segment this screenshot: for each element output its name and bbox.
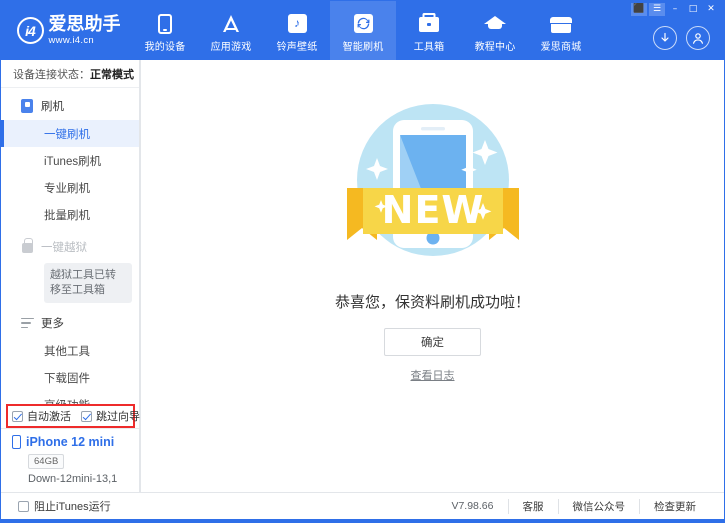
sidebar-bottom: 自动激活 跳过向导 iPhone 12 mini 64GB Down-12min…: [1, 404, 139, 492]
auto-activate-checkbox[interactable]: 自动激活: [12, 408, 71, 424]
sidebar-item-label: 下载固件: [44, 370, 90, 386]
nav-item-my-device[interactable]: 我的设备: [132, 1, 198, 60]
lock-icon: [20, 240, 34, 254]
maximize-icon[interactable]: □: [685, 3, 701, 16]
check-update-link[interactable]: 检查更新: [639, 499, 710, 514]
content-panel: NEW 恭喜您，保资料刷机成功啦！ 确定 查看日志: [140, 60, 724, 492]
brand-name: 爱思助手: [49, 16, 121, 34]
nav-item-smart-flash[interactable]: 智能刷机: [330, 1, 396, 60]
brand-logo[interactable]: i4 爱思助手 www.i4.cn: [1, 1, 132, 60]
nav-label: 我的设备: [145, 38, 186, 53]
sidebar-group-more[interactable]: 更多: [1, 309, 139, 338]
checkbox-box: [81, 411, 92, 422]
menu-icon[interactable]: ☰: [649, 3, 665, 16]
nav-item-ringtones-wallpapers[interactable]: ♪ 铃声壁纸: [264, 1, 330, 60]
confirm-button[interactable]: 确定: [384, 328, 481, 356]
sidebar-item-label: 批量刷机: [44, 207, 90, 223]
download-icon[interactable]: [653, 26, 677, 50]
apps-icon: [220, 13, 242, 35]
nav-label: 应用游戏: [211, 38, 252, 53]
block-itunes-label: 阻止iTunes运行: [34, 498, 111, 514]
nav-item-apps-games[interactable]: 应用游戏: [198, 1, 264, 60]
nav-item-store[interactable]: 爱思商城: [528, 1, 594, 60]
device-name: iPhone 12 mini: [26, 435, 114, 449]
more-icon: [20, 316, 34, 330]
music-icon: ♪: [286, 13, 308, 35]
status-bar: 阻止iTunes运行 V7.98.66 客服 微信公众号 检查更新: [1, 492, 724, 519]
sidebar-item-label: 一键刷机: [44, 126, 90, 142]
device-capacity: 64GB: [28, 454, 64, 469]
device-model: Down-12mini-13,1: [28, 473, 139, 485]
sidebar-item-download-firmware[interactable]: 下载固件: [1, 365, 139, 392]
jailbreak-moved-tip: 越狱工具已转移至工具箱: [44, 263, 132, 303]
sidebar-item-itunes-flash[interactable]: iTunes刷机: [1, 147, 139, 174]
status-bar-right: V7.98.66 客服 微信公众号 检查更新: [437, 499, 724, 514]
device-phone-icon: [12, 435, 21, 449]
sidebar-group-more-label: 更多: [41, 315, 64, 331]
graduation-cap-icon: [484, 13, 506, 35]
connection-status-value: 正常模式: [90, 66, 134, 82]
main-body: 设备连接状态：正常模式 刷机 一键刷机 iTunes刷机 专业刷机 批量刷机: [1, 60, 724, 492]
view-log-link[interactable]: 查看日志: [411, 367, 455, 383]
i4-logo-icon: i4: [17, 17, 44, 44]
sidebar-item-pro-flash[interactable]: 专业刷机: [1, 174, 139, 201]
sidebar-menu: 刷机 一键刷机 iTunes刷机 专业刷机 批量刷机 一键越狱: [1, 88, 139, 404]
brand-url: www.i4.cn: [49, 36, 121, 46]
success-message: 恭喜您，保资料刷机成功啦！: [335, 291, 530, 312]
sidebar-group-flash[interactable]: 刷机: [1, 91, 139, 120]
sidebar-item-one-key-flash[interactable]: 一键刷机: [1, 120, 139, 147]
nav-item-toolbox[interactable]: 工具箱: [396, 1, 462, 60]
sidebar-item-batch-flash[interactable]: 批量刷机: [1, 201, 139, 228]
nav-label: 爱思商城: [541, 38, 582, 53]
minimize-icon[interactable]: –: [667, 3, 683, 16]
skin-icon[interactable]: ⬛: [631, 3, 647, 16]
sidebar-item-advanced[interactable]: 高级功能: [1, 392, 139, 404]
checkbox-label: 跳过向导: [96, 408, 140, 424]
device-name-row: iPhone 12 mini: [12, 435, 139, 449]
account-icon[interactable]: [686, 26, 710, 50]
checkbox-box: [12, 411, 23, 422]
version-label: V7.98.66: [437, 500, 507, 512]
nav-label: 智能刷机: [343, 38, 384, 53]
wechat-account-link[interactable]: 微信公众号: [558, 499, 640, 514]
sidebar-item-other-tools[interactable]: 其他工具: [1, 338, 139, 365]
sidebar-options-highlight: 自动激活 跳过向导: [6, 404, 135, 428]
sidebar-item-label: 高级功能: [44, 397, 90, 404]
phone-icon: [154, 13, 176, 35]
app-window: i4 爱思助手 www.i4.cn 我的设备 应用游戏: [0, 0, 725, 523]
block-itunes-checkbox[interactable]: 阻止iTunes运行: [1, 498, 140, 514]
customer-service-link[interactable]: 客服: [508, 499, 558, 514]
nav-label: 铃声壁纸: [277, 38, 318, 53]
connection-status: 设备连接状态：正常模式: [1, 60, 139, 88]
svg-text:NEW: NEW: [381, 188, 484, 232]
checkbox-box: [18, 501, 29, 512]
toolbox-icon: [418, 13, 440, 35]
refresh-icon: [352, 13, 374, 35]
window-controls: ⬛ ☰ – □ ✕: [631, 3, 719, 16]
new-badge-phone-illustration: NEW: [333, 88, 533, 283]
sidebar-item-label: 专业刷机: [44, 180, 90, 196]
nav-items: 我的设备 应用游戏 ♪ 铃声壁纸: [132, 1, 594, 60]
flash-icon: [20, 99, 34, 113]
top-navigation-bar: i4 爱思助手 www.i4.cn 我的设备 应用游戏: [1, 1, 724, 60]
nav-item-tutorial-center[interactable]: 教程中心: [462, 1, 528, 60]
sidebar-group-flash-label: 刷机: [41, 98, 64, 114]
close-icon[interactable]: ✕: [703, 3, 719, 16]
sidebar: 设备连接状态：正常模式 刷机 一键刷机 iTunes刷机 专业刷机 批量刷机: [1, 60, 140, 492]
nav-label: 教程中心: [475, 38, 516, 53]
sidebar-item-label: iTunes刷机: [44, 153, 101, 169]
sidebar-group-jailbreak: 一键越狱: [1, 232, 139, 261]
bottom-accent-bar: [1, 519, 724, 522]
shop-icon: [550, 13, 572, 35]
sidebar-item-label: 其他工具: [44, 343, 90, 359]
checkbox-label: 自动激活: [27, 408, 71, 424]
skip-wizard-checkbox[interactable]: 跳过向导: [81, 408, 140, 424]
sidebar-group-jailbreak-label: 一键越狱: [41, 239, 87, 255]
nav-label: 工具箱: [414, 38, 445, 53]
device-card[interactable]: iPhone 12 mini 64GB Down-12mini-13,1: [1, 428, 139, 492]
connection-status-label: 设备连接状态：: [13, 66, 90, 82]
